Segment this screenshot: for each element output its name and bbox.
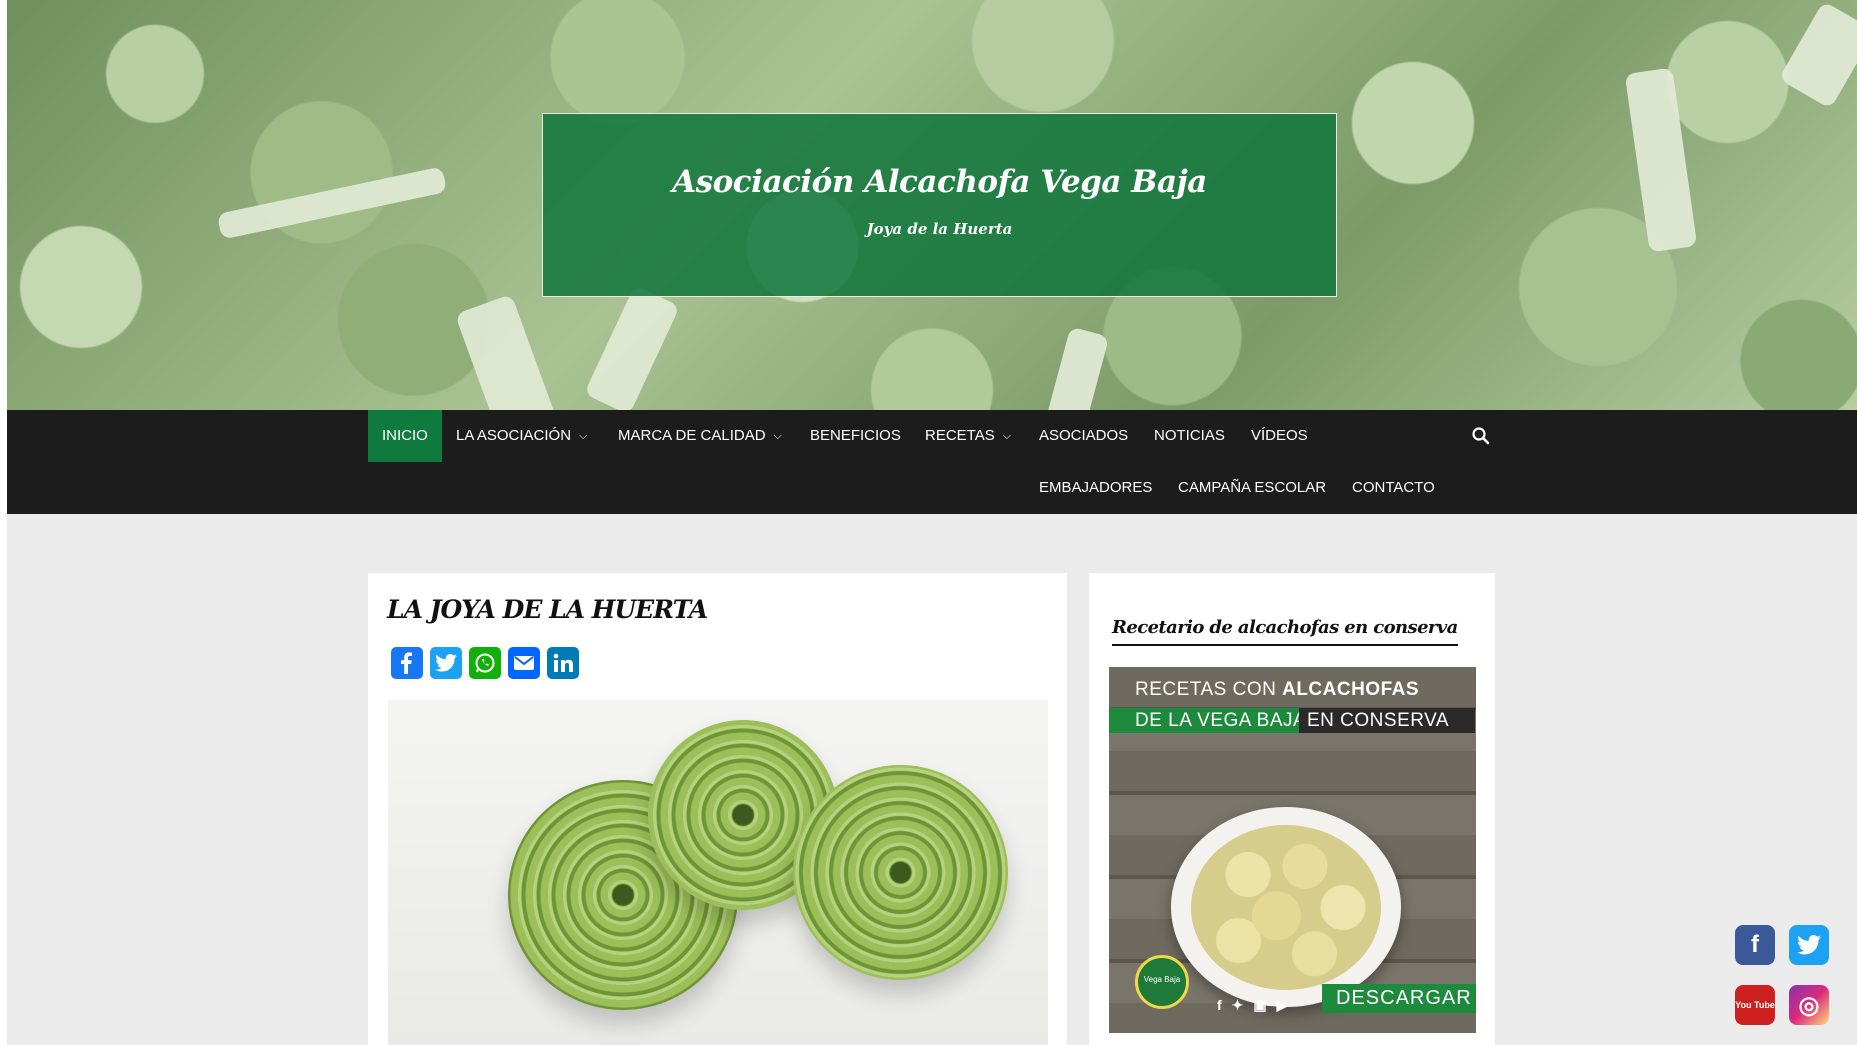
nav-item-videos[interactable]: VÍDEOS bbox=[1251, 410, 1308, 462]
instagram-link-button[interactable]: ◎ bbox=[1789, 985, 1829, 1025]
facebook-icon bbox=[401, 652, 412, 674]
promo-heading: RECETAS CON ALCACHOFAS bbox=[1109, 679, 1445, 701]
youtube-icon: ▶ bbox=[1276, 997, 1288, 1013]
chevron-down-icon: ⌵ bbox=[579, 430, 588, 442]
nav-item-campana-escolar[interactable]: CAMPAÑA ESCOLAR bbox=[1178, 462, 1326, 514]
header-decoration bbox=[583, 285, 681, 415]
facebook-icon: f bbox=[1217, 997, 1222, 1013]
header-decoration bbox=[1778, 1, 1857, 109]
logo-text: Vega Baja bbox=[1143, 975, 1181, 984]
nav-item-asociados[interactable]: ASOCIADOS bbox=[1039, 410, 1128, 462]
chevron-down-icon: ⌵ bbox=[1002, 430, 1012, 442]
download-button[interactable]: DESCARGAR bbox=[1322, 984, 1476, 1013]
nav-item-beneficios[interactable]: BENEFICIOS bbox=[810, 410, 901, 462]
main-navigation: INICIO LA ASOCIACIÓN ⌵ MARCA DE CALIDAD ⌵ … bbox=[7, 410, 1857, 514]
youtube-link-button[interactable]: You Tube bbox=[1735, 985, 1775, 1025]
nav-item-label: CAMPAÑA ESCOLAR bbox=[1178, 479, 1327, 496]
facebook-link-button[interactable]: f bbox=[1735, 925, 1775, 965]
nav-item-label: ASOCIADOS bbox=[1039, 427, 1129, 444]
twitter-icon bbox=[435, 654, 457, 672]
site-title[interactable]: Asociación Alcachofa Vega Baja bbox=[543, 164, 1336, 200]
nav-item-label: EMBAJADORES bbox=[1039, 479, 1153, 496]
sidebar-widget: Recetario de alcachofas en conserva RECE… bbox=[1089, 573, 1495, 1045]
twitter-share-button[interactable] bbox=[430, 647, 462, 679]
facebook-icon: f bbox=[1751, 931, 1759, 958]
nav-item-noticias[interactable]: NOTICIAS bbox=[1154, 410, 1225, 462]
twitter-icon: ✦ bbox=[1231, 997, 1244, 1013]
artichoke-bowl-contents bbox=[1191, 825, 1381, 990]
promo-social-icons: f ✦ ▣ ▶ bbox=[1217, 997, 1287, 1014]
nav-item-contacto[interactable]: CONTACTO bbox=[1352, 462, 1435, 514]
email-share-button[interactable] bbox=[508, 647, 540, 679]
site-branding: Asociación Alcachofa Vega Baja Joya de l… bbox=[542, 113, 1337, 297]
linkedin-icon bbox=[553, 653, 573, 672]
artichoke-image bbox=[793, 765, 1008, 980]
vega-baja-logo: Vega Baja bbox=[1135, 955, 1189, 1009]
header-decoration bbox=[216, 166, 448, 240]
nav-item-marca-de-calidad[interactable]: MARCA DE CALIDAD ⌵ bbox=[618, 410, 782, 462]
nav-item-embajadores[interactable]: EMBAJADORES bbox=[1039, 462, 1152, 514]
nav-item-la-asociacion[interactable]: LA ASOCIACIÓN ⌵ bbox=[456, 410, 587, 462]
post-featured-image bbox=[388, 700, 1048, 1045]
nav-item-label: LA ASOCIACIÓN bbox=[456, 427, 572, 444]
instagram-icon: ◎ bbox=[1798, 991, 1820, 1019]
site-tagline: Joya de la Huerta bbox=[866, 220, 1013, 238]
whatsapp-share-button[interactable] bbox=[469, 647, 501, 679]
post-card: LA JOYA DE LA HUERTA bbox=[368, 573, 1067, 1045]
header-decoration bbox=[1624, 67, 1698, 253]
nav-item-label: BENEFICIOS bbox=[810, 427, 901, 444]
email-icon bbox=[514, 656, 534, 670]
artichoke-bowl-image bbox=[1171, 807, 1401, 1007]
site-header: Asociación Alcachofa Vega Baja Joya de l… bbox=[7, 0, 1857, 447]
nav-item-inicio[interactable]: INICIO bbox=[368, 410, 442, 462]
facebook-share-button[interactable] bbox=[391, 647, 423, 679]
nav-item-label: MARCA DE CALIDAD bbox=[618, 427, 766, 444]
promo-subheading-green: DE LA VEGA BAJA bbox=[1109, 708, 1306, 733]
nav-item-label: NOTICIAS bbox=[1154, 427, 1225, 444]
twitter-icon bbox=[1797, 935, 1821, 955]
promo-heading-part: RECETAS CON bbox=[1135, 679, 1283, 700]
share-buttons bbox=[391, 647, 579, 679]
nav-item-label: CONTACTO bbox=[1352, 479, 1435, 496]
chevron-down-icon: ⌵ bbox=[773, 430, 782, 442]
widget-title: Recetario de alcachofas en conserva bbox=[1112, 617, 1458, 646]
promo-subheading-dark: EN CONSERVA bbox=[1299, 708, 1476, 733]
linkedin-share-button[interactable] bbox=[547, 647, 579, 679]
post-title[interactable]: LA JOYA DE LA HUERTA bbox=[387, 595, 708, 624]
search-icon[interactable] bbox=[1471, 426, 1491, 446]
youtube-icon: You Tube bbox=[1735, 1000, 1775, 1010]
promo-heading-bold: ALCACHOFAS bbox=[1282, 679, 1420, 700]
nav-item-label: VÍDEOS bbox=[1251, 427, 1308, 444]
nav-item-recetas[interactable]: RECETAS ⌵ bbox=[925, 410, 1011, 462]
recetario-promo-banner[interactable]: RECETAS CON ALCACHOFAS DE LA VEGA BAJA E… bbox=[1109, 667, 1476, 1033]
nav-item-label: INICIO bbox=[382, 427, 428, 444]
instagram-icon: ▣ bbox=[1253, 997, 1267, 1013]
whatsapp-icon bbox=[475, 653, 495, 673]
nav-item-label: RECETAS bbox=[925, 427, 995, 444]
twitter-link-button[interactable] bbox=[1789, 925, 1829, 965]
